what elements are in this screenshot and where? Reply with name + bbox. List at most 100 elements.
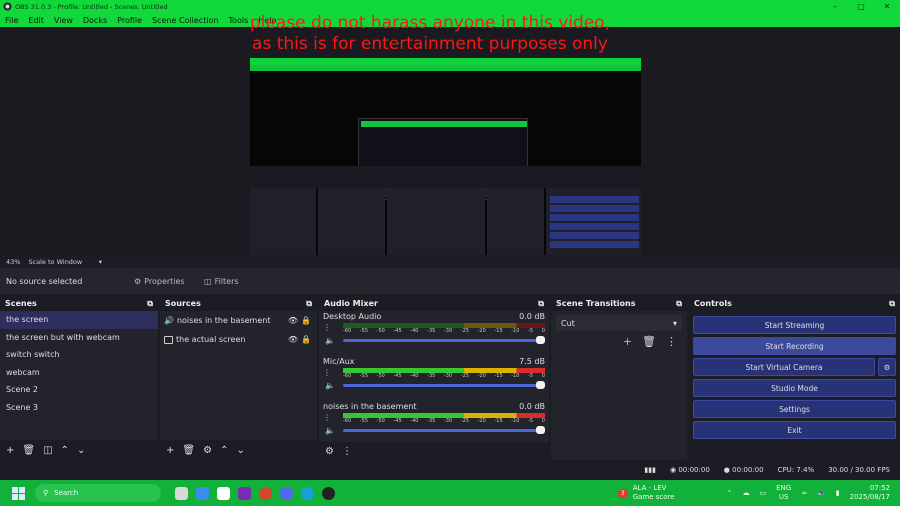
controls-dock: Controls ⧉ Start Streaming Start Recordin… <box>689 296 900 460</box>
visibility-eye-icon[interactable]: 👁 <box>288 335 298 344</box>
sources-dock: Sources ⧉ 🔊 noises in the basement 👁 🔒 th… <box>160 296 317 460</box>
close-button[interactable]: ✕ <box>874 2 900 11</box>
mixer-channel: Desktop Audio 0.0 dB ⋮ -60 -55 -50 -45 -40 -35… <box>319 311 549 356</box>
settings-button[interactable]: Settings <box>693 400 896 418</box>
menu-docks[interactable]: Docks <box>78 16 112 25</box>
notification-icon[interactable]: ▭ <box>759 489 766 498</box>
source-item[interactable]: 🔊 noises in the basement 👁 🔒 <box>160 311 317 330</box>
title-bar: OBS 31.0.3 - Profile: Untitled - Scenes:… <box>0 0 900 13</box>
windows-start-icon[interactable] <box>12 486 25 500</box>
scene-item[interactable]: Scene 3 <box>0 399 158 417</box>
tick-label: -30 <box>443 373 453 379</box>
start-streaming-button[interactable]: Start Streaming <box>693 316 896 334</box>
lock-icon[interactable]: 🔒 <box>301 316 311 325</box>
channel-menu-icon[interactable]: ⋮ <box>323 368 331 377</box>
channel-level: 0.0 dB <box>519 401 545 411</box>
scene-item[interactable]: webcam <box>0 364 158 382</box>
volume-slider[interactable]: 🔈 <box>325 381 545 390</box>
edge-icon[interactable] <box>301 486 314 500</box>
scene-item[interactable]: Scene 2 <box>0 381 158 399</box>
speaker-icon[interactable]: 🔈 <box>325 336 335 345</box>
undock-icon[interactable]: ⧉ <box>889 299 895 309</box>
exit-button[interactable]: Exit <box>693 421 896 439</box>
scene-filters-icon[interactable]: ◫ <box>43 445 52 456</box>
move-up-icon[interactable]: ⌃ <box>61 445 69 456</box>
tick-label: -5 <box>528 328 534 334</box>
volume-slider[interactable]: 🔈 <box>325 336 545 345</box>
scene-item[interactable]: switch switch <box>0 346 158 364</box>
add-scene-button[interactable]: + <box>6 445 14 456</box>
scale-mode-select[interactable]: Scale to Window ▾ <box>28 258 102 266</box>
battery-icon[interactable]: ▮ <box>836 489 840 498</box>
display-source-icon <box>164 335 173 344</box>
undock-icon[interactable]: ⧉ <box>147 299 153 309</box>
move-down-icon[interactable]: ⌄ <box>236 445 244 456</box>
scene-item[interactable]: the screen but with webcam <box>0 329 158 347</box>
tick-label: -30 <box>443 418 453 424</box>
move-up-icon[interactable]: ⌃ <box>220 445 228 456</box>
volume-slider[interactable]: 🔈 <box>325 426 545 435</box>
meter-ticks: -60 -55 -50 -45 -40 -35 -30 -25 -20 -15 -10 -5 0 <box>343 328 545 336</box>
start-recording-button[interactable]: Start Recording <box>693 337 896 355</box>
scenes-title: Scenes <box>5 299 37 308</box>
tick-label: -55 <box>359 418 368 424</box>
maximize-button[interactable]: □ <box>848 2 874 11</box>
studio-mode-button[interactable]: Studio Mode <box>693 379 896 397</box>
transitions-title: Scene Transitions <box>556 299 636 308</box>
copilot-icon[interactable] <box>196 486 209 500</box>
menu-profile[interactable]: Profile <box>112 16 147 25</box>
menu-scene-collection[interactable]: Scene Collection <box>147 16 224 25</box>
undock-icon[interactable]: ⧉ <box>676 299 682 309</box>
start-virtual-camera-button[interactable]: Start Virtual Camera <box>693 358 875 376</box>
scene-item[interactable]: the screen <box>0 311 158 329</box>
properties-button[interactable]: ⚙ Properties <box>128 272 192 290</box>
source-properties-icon[interactable]: ⚙ <box>203 445 212 456</box>
remove-scene-icon[interactable]: 🗑 <box>22 445 35 456</box>
channel-menu-icon[interactable]: ⋮ <box>323 323 331 332</box>
chevron-up-icon[interactable]: ⌃ <box>727 489 733 498</box>
mixer-menu-icon[interactable]: ⋮ <box>342 446 352 457</box>
move-down-icon[interactable]: ⌄ <box>77 445 85 456</box>
tick-label: -25 <box>460 328 469 334</box>
obs-taskbar-icon[interactable] <box>322 486 335 500</box>
tick-label: -15 <box>494 373 503 379</box>
lock-icon[interactable]: 🔒 <box>301 335 311 344</box>
speaker-icon[interactable]: 🔈 <box>325 426 335 435</box>
remove-transition-icon[interactable]: 🗑 <box>642 335 656 348</box>
powerpoint-icon[interactable] <box>259 486 272 500</box>
menu-file[interactable]: File <box>0 16 23 25</box>
onenote-icon[interactable] <box>238 486 251 500</box>
clock[interactable]: 07:52 2025/08/17 <box>850 484 890 502</box>
zoom-level: 43% <box>6 257 21 266</box>
channel-menu-icon[interactable]: ⋮ <box>323 413 331 422</box>
add-transition-button[interactable]: + <box>623 335 632 348</box>
menu-view[interactable]: View <box>49 16 78 25</box>
tick-label: -60 <box>343 328 352 334</box>
store-icon[interactable] <box>217 486 230 500</box>
taskbar-search[interactable]: ⚲ Search <box>35 484 161 502</box>
volume-icon[interactable]: 🔈 <box>817 489 826 498</box>
add-source-button[interactable]: + <box>166 445 174 456</box>
language-indicator[interactable]: ENG US <box>776 484 791 502</box>
wifi-icon[interactable]: ≈ <box>801 489 807 498</box>
transition-select[interactable]: Cut ▾ <box>556 315 682 331</box>
undock-icon[interactable]: ⧉ <box>538 299 544 309</box>
mixer-settings-icon[interactable]: ⚙ <box>325 446 334 457</box>
cloud-icon[interactable]: ☁ <box>742 489 749 498</box>
audio-mixer-dock: Audio Mixer ⧉ Desktop Audio 0.0 dB ⋮ -60 -5… <box>319 296 549 460</box>
discord-icon[interactable] <box>280 486 293 500</box>
visibility-eye-icon[interactable]: 👁 <box>288 316 298 325</box>
game-score-widget[interactable]: 3 ALA - LEV Game score <box>617 484 675 502</box>
remove-source-icon[interactable]: 🗑 <box>182 445 195 456</box>
virtual-camera-settings-icon[interactable]: ⚙ <box>878 358 896 376</box>
menu-edit[interactable]: Edit <box>23 16 49 25</box>
task-view-icon[interactable] <box>175 486 188 500</box>
channel-name: noises in the basement <box>323 401 417 411</box>
speaker-icon[interactable]: 🔈 <box>325 381 335 390</box>
filters-button[interactable]: ◫ Filters <box>198 272 262 290</box>
undock-icon[interactable]: ⧉ <box>306 299 312 309</box>
source-item[interactable]: the actual screen 👁 🔒 <box>160 330 317 349</box>
preview-canvas[interactable] <box>0 27 900 280</box>
transition-menu-icon[interactable]: ⋮ <box>666 335 677 348</box>
minimize-button[interactable]: – <box>822 2 848 11</box>
